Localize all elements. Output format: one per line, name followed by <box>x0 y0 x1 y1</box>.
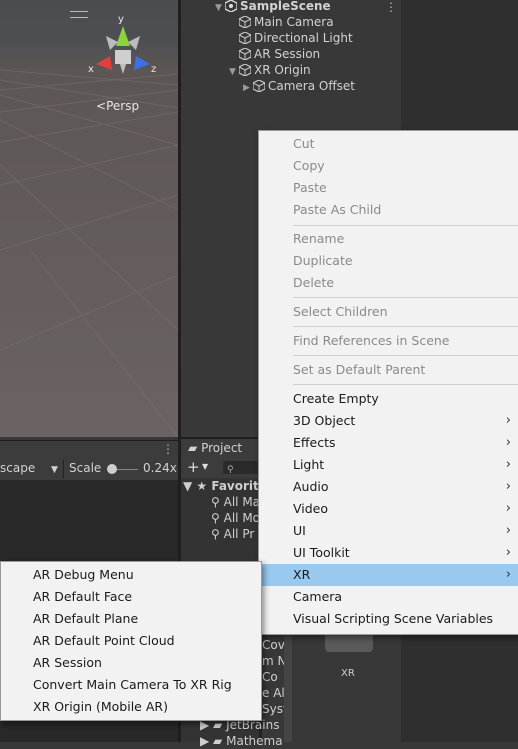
search-icon: ⚲ <box>227 465 234 475</box>
menu-item-audio[interactable]: Audio › <box>259 476 518 498</box>
menu-item-xr[interactable]: XR › <box>259 564 518 586</box>
menu-item-cut[interactable]: Cut <box>259 133 518 155</box>
menu-separator <box>293 355 518 356</box>
chevron-right-icon: › <box>505 435 511 450</box>
gameobject-cube-icon <box>252 79 266 93</box>
scale-slider-thumb[interactable] <box>107 464 117 474</box>
chevron-right-icon: › <box>505 413 511 428</box>
menu-item-camera[interactable]: Camera <box>259 586 518 608</box>
submenu-item-ar-debug-menu[interactable]: AR Debug Menu <box>1 564 261 586</box>
submenu-item-convert-main-camera[interactable]: Convert Main Camera To XR Rig <box>1 674 261 696</box>
menu-item-effects[interactable]: Effects › <box>259 432 518 454</box>
menu-item-video[interactable]: Video › <box>259 498 518 520</box>
hierarchy-item-main-camera[interactable]: Main Camera <box>238 14 334 30</box>
search-input[interactable]: ⚲ <box>223 461 263 475</box>
gameobject-cube-icon <box>238 15 252 29</box>
unity-scene-icon <box>224 0 238 13</box>
folder-item[interactable]: Co <box>262 669 278 685</box>
game-view-toolbar: scape ▼ Scale 0.24x <box>0 458 178 480</box>
folder-icon: ▰ <box>188 441 198 455</box>
collapse-arrow-icon[interactable]: ▼ <box>215 0 225 16</box>
add-button[interactable]: + <box>187 458 200 476</box>
gameobject-cube-icon <box>238 31 252 45</box>
chevron-right-icon: › <box>505 501 511 516</box>
favorites-search-1[interactable]: ⚲ All Ma <box>211 494 259 510</box>
menu-item-paste-as-child[interactable]: Paste As Child <box>259 199 518 221</box>
menu-item-copy[interactable]: Copy <box>259 155 518 177</box>
menu-item-find-references[interactable]: Find References in Scene <box>259 330 518 352</box>
asset-label: XR <box>341 668 355 679</box>
scale-value: 0.24x <box>143 461 177 475</box>
xr-submenu: AR Debug Menu AR Default Face AR Default… <box>0 561 262 721</box>
submenu-item-ar-default-face[interactable]: AR Default Face <box>1 586 261 608</box>
menu-item-ui-toolkit[interactable]: UI Toolkit › <box>259 542 518 564</box>
chevron-right-icon: › <box>505 479 511 494</box>
hierarchy-item-xr-origin[interactable]: ▼ XR Origin <box>229 62 311 78</box>
kebab-menu-icon[interactable]: ⋮ <box>162 442 174 456</box>
svg-text:y: y <box>118 14 124 25</box>
search-icon: ⚲ <box>211 495 220 509</box>
favorites-item[interactable]: ▼ ★ Favorite <box>183 478 259 494</box>
hierarchy-item-ar-session[interactable]: AR Session <box>238 46 320 62</box>
scale-label: Scale <box>69 461 102 475</box>
drag-handle[interactable] <box>70 11 88 18</box>
persp-label: Persp <box>106 99 140 113</box>
submenu-item-ar-default-point-cloud[interactable]: AR Default Point Cloud <box>1 630 261 652</box>
dropdown-arrow-icon[interactable]: ▼ <box>202 462 208 471</box>
gameobject-cube-icon <box>238 47 252 61</box>
toolbar-divider <box>63 460 64 478</box>
persp-toggle[interactable]: <Persp <box>96 99 139 113</box>
dropdown-arrow-icon: ▼ <box>51 465 58 475</box>
folder-item[interactable]: e Al <box>262 685 285 701</box>
menu-separator <box>293 297 518 298</box>
menu-item-3d-object[interactable]: 3D Object › <box>259 410 518 432</box>
menu-item-delete[interactable]: Delete <box>259 272 518 294</box>
expand-arrow-icon[interactable]: ▶ <box>243 80 253 96</box>
menu-separator <box>293 326 518 327</box>
svg-text:z: z <box>151 64 156 75</box>
aspect-dropdown[interactable]: scape ▼ <box>0 461 58 475</box>
hierarchy-item-camera-offset[interactable]: ▶ Camera Offset <box>243 78 355 94</box>
search-icon: ⚲ <box>211 511 220 525</box>
menu-separator <box>293 225 518 226</box>
menu-item-visual-scripting-scene-variables[interactable]: Visual Scripting Scene Variables <box>259 608 518 630</box>
menu-item-rename[interactable]: Rename <box>259 228 518 250</box>
submenu-item-ar-default-plane[interactable]: AR Default Plane <box>1 608 261 630</box>
menu-item-select-children[interactable]: Select Children <box>259 301 518 323</box>
chevron-right-icon: › <box>505 457 511 472</box>
menu-separator <box>293 384 518 385</box>
hierarchy-scene-root[interactable]: ▼ SampleScene <box>215 0 331 14</box>
tab-project[interactable]: ▰ Project <box>182 439 262 458</box>
folder-item[interactable]: Cov <box>262 637 285 653</box>
menu-item-duplicate[interactable]: Duplicate <box>259 250 518 272</box>
gameobject-cube-icon <box>238 63 252 77</box>
folder-icon: ▰ <box>213 734 223 748</box>
chevron-right-icon: › <box>505 523 511 538</box>
collapse-arrow-icon[interactable]: ▼ <box>229 64 239 80</box>
menu-item-light[interactable]: Light › <box>259 454 518 476</box>
menu-item-paste[interactable]: Paste <box>259 177 518 199</box>
scene-tab-bar: ⋮ <box>0 440 178 459</box>
favorites-search-2[interactable]: ⚲ All Mo <box>211 510 259 526</box>
submenu-item-xr-origin-mobile-ar[interactable]: XR Origin (Mobile AR) <box>1 696 261 718</box>
menu-item-create-empty[interactable]: Create Empty <box>259 388 518 410</box>
submenu-item-ar-session[interactable]: AR Session <box>1 652 261 674</box>
menu-item-set-default-parent[interactable]: Set as Default Parent <box>259 359 518 381</box>
svg-text:x: x <box>88 64 94 75</box>
search-icon: ⚲ <box>211 527 220 541</box>
favorites-search-3[interactable]: ⚲ All Pr <box>211 526 259 542</box>
scene-view[interactable]: y x z <Persp <box>0 0 178 437</box>
chevron-right-icon: › <box>505 567 511 582</box>
folder-item-mathematics[interactable]: ▶ ▰ Mathema <box>200 733 283 749</box>
orientation-gizmo-icon[interactable]: y x z <box>88 12 160 82</box>
hierarchy-item-directional-light[interactable]: Directional Light <box>238 30 353 46</box>
menu-item-ui[interactable]: UI › <box>259 520 518 542</box>
context-menu: Cut Copy Paste Paste As Child Rename Dup… <box>258 130 518 635</box>
kebab-menu-icon[interactable]: ⋮ <box>385 0 397 14</box>
folder-item[interactable]: m N <box>262 653 286 669</box>
chevron-right-icon: › <box>505 545 511 560</box>
